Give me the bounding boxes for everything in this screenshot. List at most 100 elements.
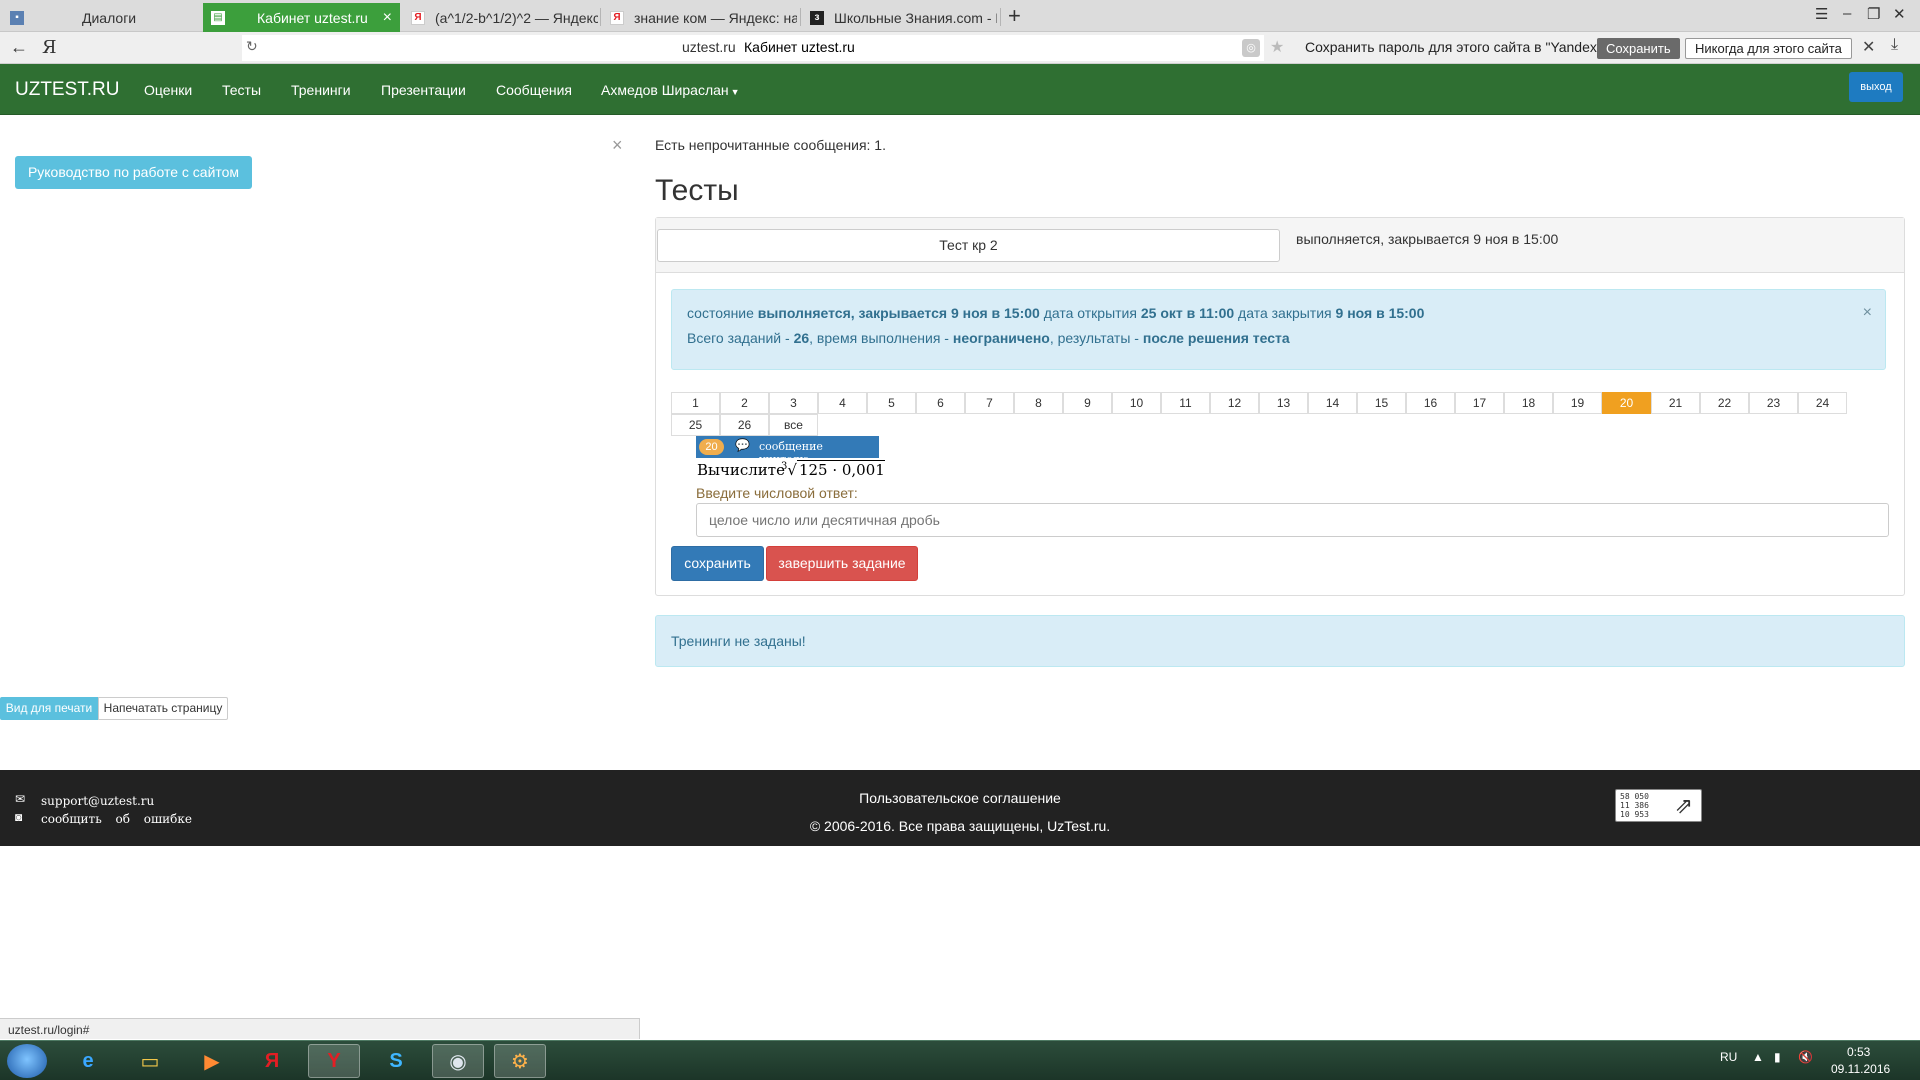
media-player-icon[interactable]: ▶ bbox=[186, 1044, 238, 1078]
tab-yandex-search-2[interactable]: Я знание ком — Яндекс: наш bbox=[602, 3, 797, 32]
start-button[interactable] bbox=[7, 1044, 47, 1078]
internet-explorer-icon[interactable]: e bbox=[62, 1044, 114, 1078]
radicand: 125 · 0,001 bbox=[796, 460, 885, 479]
pager-item[interactable]: 7 bbox=[965, 392, 1014, 414]
tab-uztest[interactable]: ▤ Кабинет uztest.ru × bbox=[203, 3, 400, 32]
nav-trainings[interactable]: Тренинги bbox=[291, 82, 351, 98]
show-hidden-icons-icon[interactable]: ▲ bbox=[1752, 1050, 1764, 1064]
pager-item[interactable]: 11 bbox=[1161, 392, 1210, 414]
site-guide-button[interactable]: Руководство по работе с сайтом bbox=[15, 156, 252, 189]
pager-item[interactable]: 1 bbox=[671, 392, 720, 414]
comment-icon[interactable]: 💬 bbox=[735, 438, 750, 452]
pager-item[interactable]: 8 bbox=[1014, 392, 1063, 414]
tab-yandex-search-1[interactable]: Я (a^1/2-b^1/2)^2 — Яндекс bbox=[403, 3, 598, 32]
status-bar-url: uztest.ru/login# bbox=[0, 1018, 640, 1039]
close-icon[interactable]: ✕ bbox=[1862, 37, 1875, 57]
test-name-button[interactable]: Тест кр 2 bbox=[657, 229, 1280, 262]
game-icon[interactable]: ⚙ bbox=[494, 1044, 546, 1078]
folder-icon[interactable]: ▭ bbox=[124, 1044, 176, 1078]
info-line-status: состояние выполняется, закрывается 9 ноя… bbox=[687, 305, 1425, 321]
close-icon[interactable]: × bbox=[1863, 304, 1872, 322]
pager-item[interactable]: 20 bbox=[1602, 392, 1651, 414]
save-button[interactable]: сохранить bbox=[671, 546, 764, 581]
pager-item[interactable]: 21 bbox=[1651, 392, 1700, 414]
pager-item[interactable]: 15 bbox=[1357, 392, 1406, 414]
pager-item[interactable]: 24 bbox=[1798, 392, 1847, 414]
bookmark-star-icon[interactable]: ★ bbox=[1270, 37, 1284, 57]
maximize-icon[interactable]: ❐ bbox=[1867, 5, 1880, 23]
print-view-button[interactable]: Вид для печати bbox=[0, 697, 98, 720]
network-icon[interactable]: ▮ bbox=[1774, 1050, 1781, 1064]
steam-icon[interactable]: ◉ bbox=[432, 1044, 484, 1078]
print-page-button[interactable]: Напечатать страницу bbox=[98, 697, 228, 720]
logout-button[interactable]: выход bbox=[1849, 72, 1903, 102]
yandex-icon: Я bbox=[610, 10, 624, 25]
nav-user-menu[interactable]: Ахмедов Шираслан ▼ bbox=[601, 82, 740, 98]
page-title: Тесты bbox=[655, 174, 739, 207]
nav-grades[interactable]: Оценки bbox=[144, 82, 192, 98]
pager-item[interactable]: 2 bbox=[720, 392, 769, 414]
reload-icon[interactable]: ↻ bbox=[246, 38, 258, 55]
windows-taskbar: e ▭ ▶ Я Y S ◉ ⚙ bbox=[0, 1040, 1920, 1080]
vk-icon: ▪ bbox=[10, 10, 24, 25]
pager-item[interactable]: 14 bbox=[1308, 392, 1357, 414]
yandex-logo-icon[interactable]: Я bbox=[42, 37, 57, 58]
never-save-button[interactable]: Никогда для этого сайта bbox=[1685, 38, 1852, 59]
protect-icon[interactable]: ◎ bbox=[1242, 39, 1260, 57]
nav-presentations[interactable]: Презентации bbox=[381, 82, 466, 98]
pager-item[interactable]: 13 bbox=[1259, 392, 1308, 414]
tab-dialogs[interactable]: ▪ Диалоги bbox=[2, 3, 202, 32]
test-panel-header: Тест кр 2 выполняется, закрывается 9 ноя… bbox=[656, 218, 1904, 273]
new-tab-icon[interactable]: + bbox=[1008, 3, 1021, 29]
download-icon[interactable]: ⤓ bbox=[1891, 36, 1898, 54]
tab-label: (a^1/2-b^1/2)^2 — Яндекс bbox=[435, 9, 598, 26]
nav-tests[interactable]: Тесты bbox=[222, 82, 261, 98]
close-window-icon[interactable]: ✕ bbox=[1893, 5, 1906, 23]
pager-item[interactable]: 16 bbox=[1406, 392, 1455, 414]
pager-item[interactable]: 19 bbox=[1553, 392, 1602, 414]
pager-item[interactable]: 25 bbox=[671, 414, 720, 436]
info-line-summary: Всего заданий - 26, время выполнения - н… bbox=[687, 330, 1290, 346]
finish-task-button[interactable]: завершить задание bbox=[766, 546, 918, 581]
pager-item[interactable]: 10 bbox=[1112, 392, 1161, 414]
radical-sign-icon: √ bbox=[787, 461, 797, 479]
yandex-browser-icon[interactable]: Y bbox=[308, 1044, 360, 1078]
close-tab-icon[interactable]: × bbox=[383, 9, 392, 27]
pager-item[interactable]: 12 bbox=[1210, 392, 1259, 414]
pager-item[interactable]: все bbox=[769, 414, 818, 436]
pager-item[interactable]: 23 bbox=[1749, 392, 1798, 414]
pager-item[interactable]: 5 bbox=[867, 392, 916, 414]
close-icon[interactable]: × bbox=[612, 135, 623, 156]
url-page-title[interactable]: Кабинет uztest.ru bbox=[744, 39, 855, 55]
site-brand[interactable]: UZTEST.RU bbox=[15, 79, 120, 101]
nav-messages[interactable]: Сообщения bbox=[496, 82, 572, 98]
back-arrow-icon[interactable]: ← bbox=[10, 37, 28, 58]
user-name: Ахмедов Шираслан bbox=[601, 82, 729, 98]
pager-item[interactable]: 9 bbox=[1063, 392, 1112, 414]
pager-item[interactable]: 26 bbox=[720, 414, 769, 436]
pager-item[interactable]: 4 bbox=[818, 392, 867, 414]
site-footer: ✉ support@uztest.ru ◙ сообщить об ошибке… bbox=[0, 770, 1920, 846]
test-info-alert: состояние выполняется, закрывается 9 ноя… bbox=[671, 289, 1886, 370]
pager-item[interactable]: 3 bbox=[769, 392, 818, 414]
yandex-icon[interactable]: Я bbox=[246, 1044, 298, 1078]
save-password-button[interactable]: Сохранить bbox=[1597, 38, 1680, 59]
pager-item[interactable]: 18 bbox=[1504, 392, 1553, 414]
minimize-icon[interactable]: – bbox=[1843, 5, 1851, 22]
answer-input[interactable] bbox=[696, 503, 1889, 537]
clock-date[interactable]: 09.11.2016 bbox=[1831, 1062, 1890, 1076]
unread-messages-notice[interactable]: Есть непрочитанные сообщения: 1. bbox=[655, 137, 886, 153]
menu-icon[interactable]: ☰ bbox=[1815, 5, 1828, 23]
language-indicator[interactable]: RU bbox=[1720, 1050, 1737, 1064]
browser-tab-bar: ▪ Диалоги ▤ Кабинет uztest.ru × Я (a^1/2… bbox=[0, 0, 1920, 32]
skype-icon[interactable]: S bbox=[370, 1044, 422, 1078]
volume-muted-icon[interactable]: 🔇 bbox=[1798, 1050, 1813, 1064]
tab-znania[interactable]: з Школьные Знания.com - Ре bbox=[802, 3, 997, 32]
pager-item[interactable]: 6 bbox=[916, 392, 965, 414]
url-domain[interactable]: uztest.ru bbox=[682, 39, 736, 55]
pager-item[interactable]: 22 bbox=[1700, 392, 1749, 414]
visit-counter[interactable]: 58 050 11 386 10 953 ⇗ bbox=[1615, 789, 1702, 822]
pager-item[interactable]: 17 bbox=[1455, 392, 1504, 414]
arrow-up-right-icon: ⇗ bbox=[1674, 793, 1693, 818]
clock-time[interactable]: 0:53 bbox=[1847, 1045, 1870, 1059]
